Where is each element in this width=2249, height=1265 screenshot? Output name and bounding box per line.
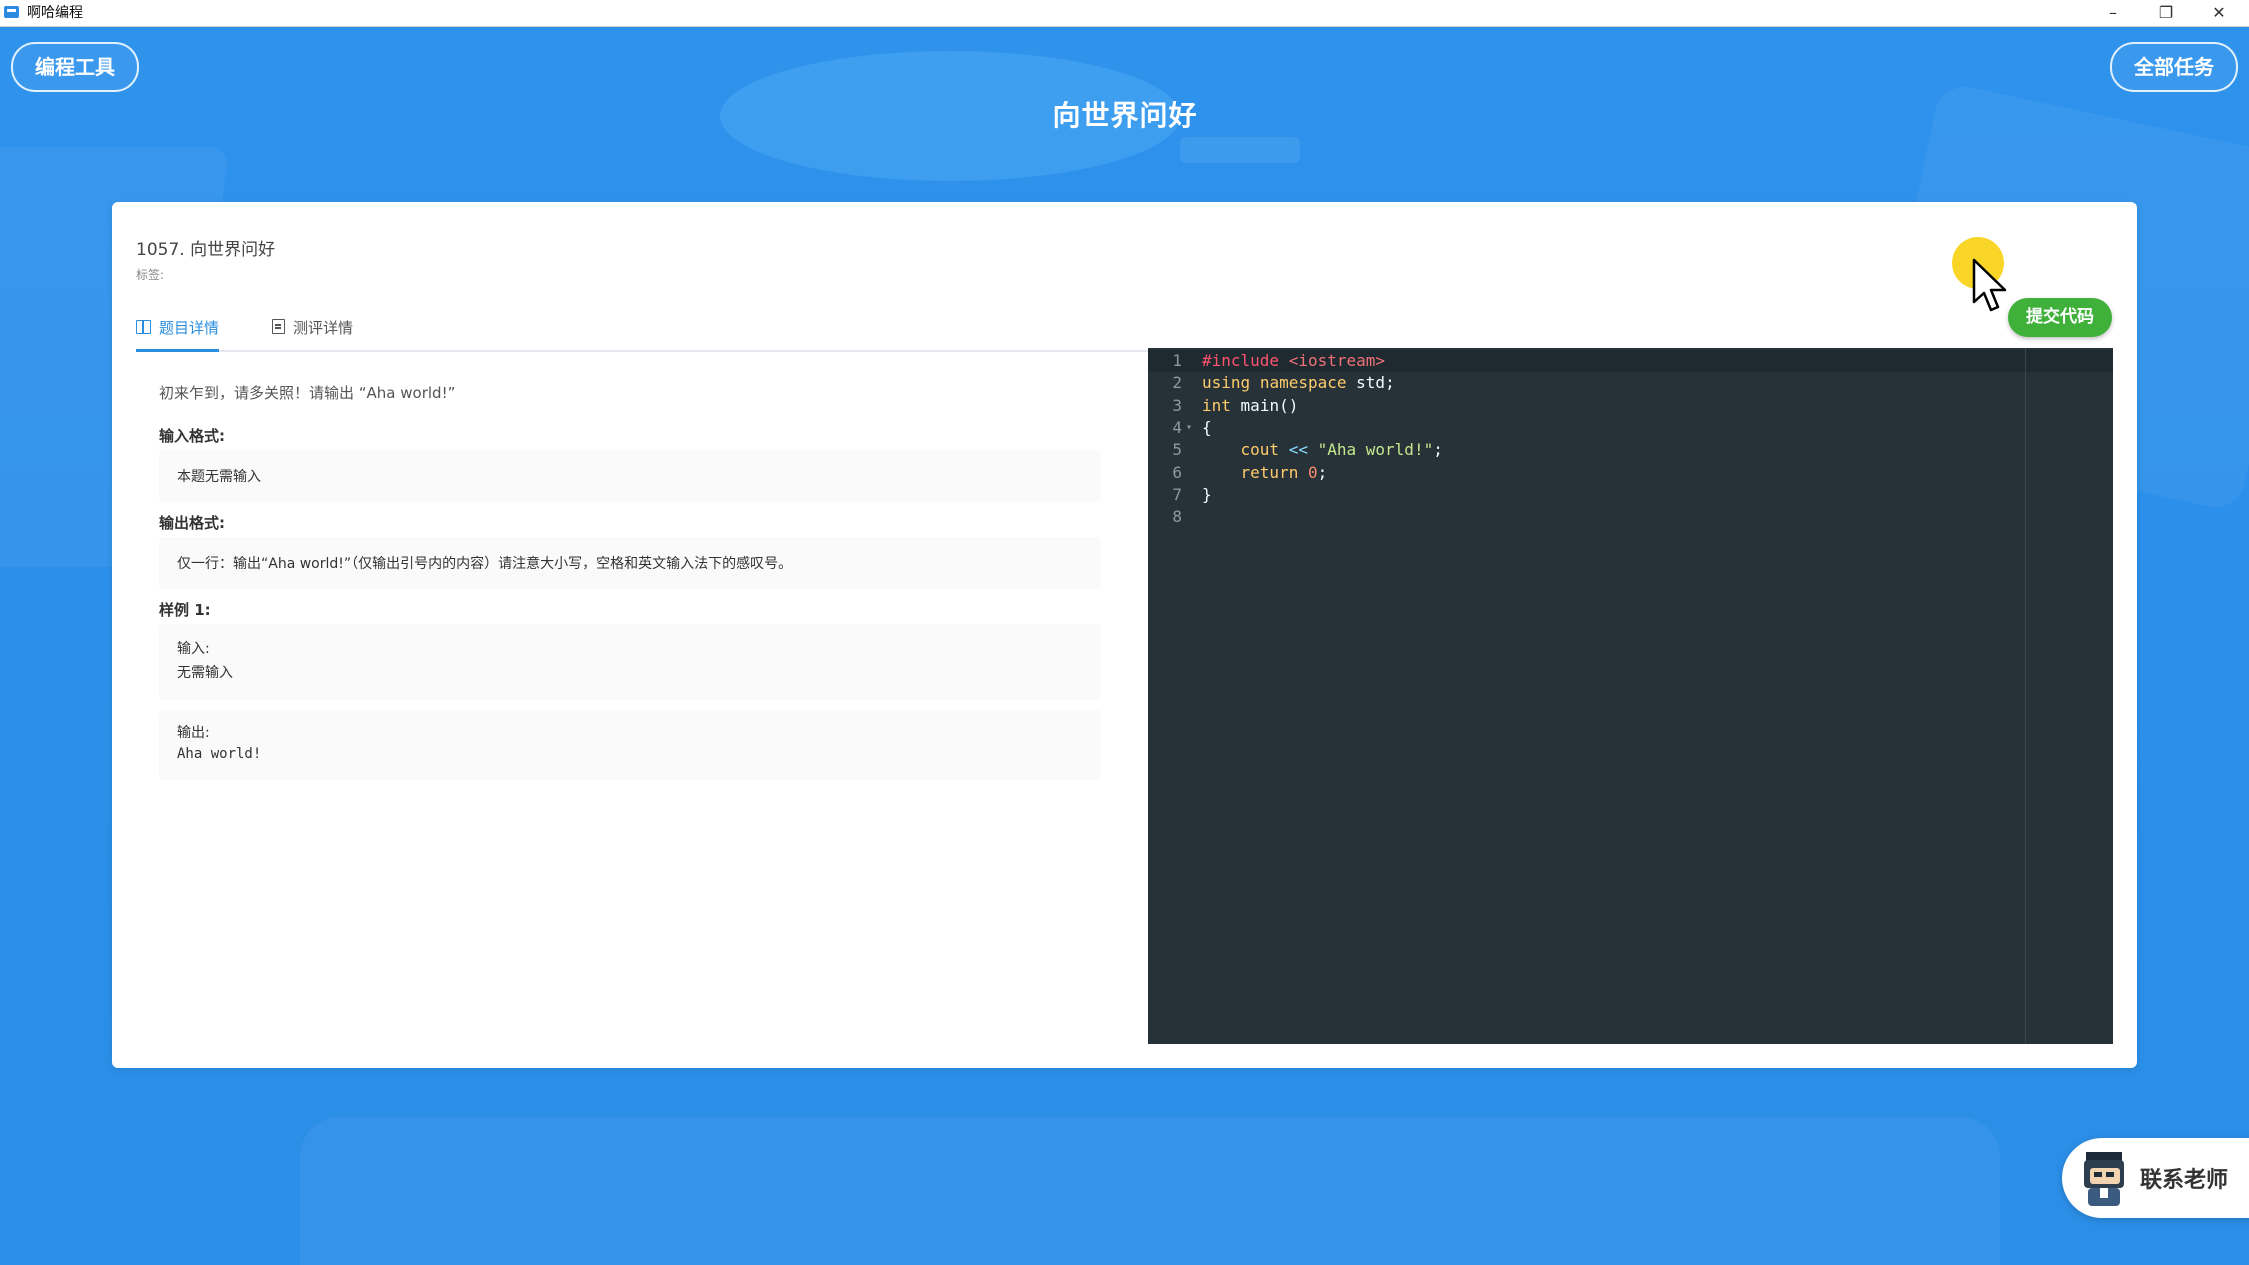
tab-judge-detail[interactable]: 测评详情	[272, 312, 353, 350]
output-format-box: 仅一行：输出“Aha world!”（仅输出引号内的内容）请注意大小写，空格和英…	[159, 537, 1101, 589]
line-number: 5	[1172, 440, 1182, 460]
input-format-box: 本题无需输入	[159, 450, 1101, 502]
code-text: using namespace std;	[1202, 373, 1395, 393]
code-line[interactable]: 2 using namespace std;	[1148, 372, 2113, 394]
code-text: int main()	[1202, 395, 1299, 415]
window-title: 啊哈编程	[27, 5, 83, 21]
contact-teacher-button[interactable]: 联系老师	[2062, 1138, 2249, 1218]
code-text: cout << "Aha world!";	[1240, 440, 1443, 460]
code-line[interactable]: 1 #include <iostream>	[1148, 350, 2113, 372]
code-line[interactable]: 8	[1148, 506, 2113, 528]
maximize-button[interactable]: ❐	[2140, 0, 2192, 26]
code-text: return 0;	[1240, 462, 1328, 482]
minimize-button[interactable]: –	[2087, 0, 2139, 26]
book-icon	[136, 320, 151, 334]
code-line[interactable]: 7}	[1148, 484, 2113, 506]
output-format-text: 仅一行：输出“Aha world!”（仅输出引号内的内容）请注意大小写，空格和英…	[177, 556, 793, 572]
programming-tools-button[interactable]: 编程工具	[11, 42, 139, 92]
tab-label: 测评详情	[293, 319, 354, 337]
line-number: 1	[1172, 351, 1182, 370]
code-line[interactable]: 5 cout << "Aha world!";	[1148, 439, 2113, 461]
tab-problem-detail[interactable]: 题目详情	[136, 312, 220, 352]
code-line[interactable]: 3 int main()	[1148, 395, 2113, 417]
contact-teacher-label: 联系老师	[2140, 1168, 2229, 1193]
line-number: 8	[1172, 507, 1182, 527]
sample-input-box: 输入: 无需输入	[159, 624, 1101, 700]
page-title: 向世界问好	[1052, 99, 1198, 132]
fold-toggle-icon[interactable]: ▾	[1186, 417, 1192, 439]
sample-output-label: 输出:	[177, 725, 210, 741]
window-titlebar: 啊哈编程 – ❐ ✕	[0, 0, 2249, 27]
input-format-text: 本题无需输入	[177, 469, 261, 485]
teacher-avatar-icon	[2084, 1152, 2124, 1206]
output-format-label: 输出格式:	[159, 514, 225, 532]
sample-label: 样例 1:	[159, 601, 211, 619]
problem-tags-label: 标签:	[136, 268, 165, 282]
close-button[interactable]: ✕	[2193, 0, 2245, 26]
line-number: 7	[1172, 484, 1182, 504]
line-number: 6	[1172, 462, 1182, 482]
sample-output-box: 输出: Aha world!	[159, 710, 1101, 780]
input-format-label: 输入格式:	[159, 427, 225, 445]
code-line[interactable]: 6 return 0;	[1148, 462, 2113, 484]
problem-tabs: 题目详情 测评详情	[136, 312, 1149, 352]
code-text: #include <iostream>	[1202, 351, 1386, 370]
sample-input-label: 输入:	[177, 641, 210, 657]
sample-output-text: Aha world!	[177, 746, 262, 762]
tab-label: 题目详情	[159, 319, 220, 337]
problem-description: 初来乍到，请多关照！请输出 “Aha world!”	[159, 384, 456, 402]
problem-title: 1057. 向世界问好	[136, 240, 276, 260]
line-number: 4	[1172, 417, 1182, 437]
code-text: {	[1202, 417, 1212, 437]
all-tasks-button[interactable]: 全部任务	[2110, 42, 2238, 92]
code-editor[interactable]: 1 #include <iostream> 2 using namespace std…	[1148, 348, 2113, 1044]
mouse-pointer-icon	[1972, 258, 2007, 312]
app-logo-icon	[4, 6, 19, 18]
submit-code-button[interactable]: 提交代码	[2008, 298, 2112, 337]
line-number: 3	[1172, 395, 1182, 415]
code-line[interactable]: 4 ▾ {	[1148, 417, 2113, 439]
document-icon	[272, 319, 285, 334]
code-text: }	[1202, 484, 1212, 504]
sample-input-text: 无需输入	[177, 665, 233, 681]
line-number: 2	[1172, 373, 1182, 393]
